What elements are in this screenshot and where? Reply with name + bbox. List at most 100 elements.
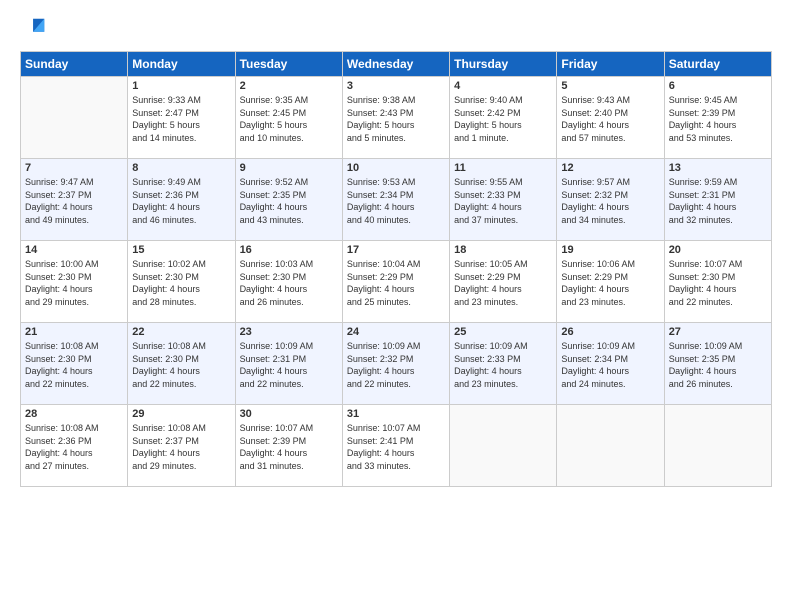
day-number: 3 <box>347 80 445 92</box>
calendar-cell: 8 Sunrise: 9:49 AMSunset: 2:36 PMDaylight… <box>128 159 235 241</box>
day-number: 27 <box>669 326 767 338</box>
day-info: Sunrise: 9:49 AMSunset: 2:36 PMDaylight:… <box>132 176 230 226</box>
day-number: 5 <box>561 80 659 92</box>
day-info: Sunrise: 9:38 AMSunset: 2:43 PMDaylight:… <box>347 94 445 144</box>
day-number: 30 <box>240 408 338 420</box>
calendar-cell: 14Sunrise: 10:00 AMSunset: 2:30 PMDaylig… <box>21 241 128 323</box>
calendar-cell <box>664 405 771 487</box>
calendar-cell: 2Sunrise: 9:35 AMSunset: 2:45 PMDaylight… <box>235 77 342 159</box>
calendar-cell: 4 Sunrise: 9:40 AMSunset: 2:42 PMDaylight… <box>450 77 557 159</box>
calendar-header-row: SundayMondayTuesdayWednesdayThursdayFrid… <box>21 52 772 77</box>
day-number: 1 <box>132 80 230 92</box>
calendar-cell: 23 Sunrise: 10:09 AMSunset: 2:31 PMDaylig… <box>235 323 342 405</box>
logo-icon <box>20 15 48 43</box>
day-info: Sunrise: 9:47 AMSunset: 2:37 PMDaylight:… <box>25 176 123 226</box>
calendar-cell: 9Sunrise: 9:52 AMSunset: 2:35 PMDaylight… <box>235 159 342 241</box>
day-number: 10 <box>347 162 445 174</box>
day-info: Sunrise: 10:08 AMSunset: 2:30 PMDaylight… <box>132 340 230 390</box>
calendar-cell: 17 Sunrise: 10:04 AMSunset: 2:29 PMDaylig… <box>342 241 449 323</box>
day-header-tuesday: Tuesday <box>235 52 342 77</box>
day-info: Sunrise: 10:07 AMSunset: 2:41 PMDaylight… <box>347 422 445 472</box>
day-number: 15 <box>132 244 230 256</box>
day-header-monday: Monday <box>128 52 235 77</box>
day-info: Sunrise: 10:07 AMSunset: 2:39 PMDaylight… <box>240 422 338 472</box>
calendar-cell: 6Sunrise: 9:45 AMSunset: 2:39 PMDaylight… <box>664 77 771 159</box>
day-info: Sunrise: 10:02 AMSunset: 2:30 PMDaylight… <box>132 258 230 308</box>
calendar-cell: 18 Sunrise: 10:05 AMSunset: 2:29 PMDaylig… <box>450 241 557 323</box>
calendar-cell <box>557 405 664 487</box>
calendar-cell: 31 Sunrise: 10:07 AMSunset: 2:41 PMDaylig… <box>342 405 449 487</box>
day-number: 16 <box>240 244 338 256</box>
calendar-cell: 7 Sunrise: 9:47 AMSunset: 2:37 PMDaylight… <box>21 159 128 241</box>
day-info: Sunrise: 10:00 AMSunset: 2:30 PMDaylight… <box>25 258 123 308</box>
day-number: 17 <box>347 244 445 256</box>
day-header-wednesday: Wednesday <box>342 52 449 77</box>
logo <box>20 15 52 43</box>
day-number: 13 <box>669 162 767 174</box>
day-number: 8 <box>132 162 230 174</box>
day-info: Sunrise: 9:40 AMSunset: 2:42 PMDaylight:… <box>454 94 552 144</box>
day-header-saturday: Saturday <box>664 52 771 77</box>
day-info: Sunrise: 9:33 AMSunset: 2:47 PMDaylight:… <box>132 94 230 144</box>
calendar-table: SundayMondayTuesdayWednesdayThursdayFrid… <box>20 51 772 487</box>
calendar-cell: 22Sunrise: 10:08 AMSunset: 2:30 PMDaylig… <box>128 323 235 405</box>
calendar-cell: 19 Sunrise: 10:06 AMSunset: 2:29 PMDaylig… <box>557 241 664 323</box>
day-number: 12 <box>561 162 659 174</box>
day-number: 4 <box>454 80 552 92</box>
calendar-cell: 15 Sunrise: 10:02 AMSunset: 2:30 PMDaylig… <box>128 241 235 323</box>
calendar-week-2: 7 Sunrise: 9:47 AMSunset: 2:37 PMDaylight… <box>21 159 772 241</box>
day-number: 23 <box>240 326 338 338</box>
calendar-cell: 12Sunrise: 9:57 AMSunset: 2:32 PMDayligh… <box>557 159 664 241</box>
day-number: 19 <box>561 244 659 256</box>
day-number: 6 <box>669 80 767 92</box>
calendar-week-4: 21 Sunrise: 10:08 AMSunset: 2:30 PMDaylig… <box>21 323 772 405</box>
day-info: Sunrise: 10:03 AMSunset: 2:30 PMDaylight… <box>240 258 338 308</box>
calendar-week-1: 1 Sunrise: 9:33 AMSunset: 2:47 PMDaylight… <box>21 77 772 159</box>
calendar-cell: 16 Sunrise: 10:03 AMSunset: 2:30 PMDaylig… <box>235 241 342 323</box>
day-info: Sunrise: 10:07 AMSunset: 2:30 PMDaylight… <box>669 258 767 308</box>
day-number: 7 <box>25 162 123 174</box>
calendar-cell: 29 Sunrise: 10:08 AMSunset: 2:37 PMDaylig… <box>128 405 235 487</box>
day-header-friday: Friday <box>557 52 664 77</box>
day-info: Sunrise: 10:06 AMSunset: 2:29 PMDaylight… <box>561 258 659 308</box>
day-info: Sunrise: 10:08 AMSunset: 2:30 PMDaylight… <box>25 340 123 390</box>
day-number: 28 <box>25 408 123 420</box>
calendar-cell <box>21 77 128 159</box>
day-info: Sunrise: 10:04 AMSunset: 2:29 PMDaylight… <box>347 258 445 308</box>
calendar-cell: 13 Sunrise: 9:59 AMSunset: 2:31 PMDayligh… <box>664 159 771 241</box>
day-number: 24 <box>347 326 445 338</box>
day-info: Sunrise: 10:09 AMSunset: 2:34 PMDaylight… <box>561 340 659 390</box>
calendar-week-3: 14Sunrise: 10:00 AMSunset: 2:30 PMDaylig… <box>21 241 772 323</box>
calendar-cell: 28 Sunrise: 10:08 AMSunset: 2:36 PMDaylig… <box>21 405 128 487</box>
calendar-cell <box>450 405 557 487</box>
header <box>20 15 772 43</box>
calendar-cell: 21 Sunrise: 10:08 AMSunset: 2:30 PMDaylig… <box>21 323 128 405</box>
day-number: 2 <box>240 80 338 92</box>
day-number: 26 <box>561 326 659 338</box>
day-number: 11 <box>454 162 552 174</box>
day-number: 25 <box>454 326 552 338</box>
calendar-cell: 26 Sunrise: 10:09 AMSunset: 2:34 PMDaylig… <box>557 323 664 405</box>
calendar-cell: 24Sunrise: 10:09 AMSunset: 2:32 PMDaylig… <box>342 323 449 405</box>
day-info: Sunrise: 10:09 AMSunset: 2:33 PMDaylight… <box>454 340 552 390</box>
day-number: 21 <box>25 326 123 338</box>
calendar-cell: 3 Sunrise: 9:38 AMSunset: 2:43 PMDaylight… <box>342 77 449 159</box>
calendar-cell: 10Sunrise: 9:53 AMSunset: 2:34 PMDayligh… <box>342 159 449 241</box>
calendar-cell: 5 Sunrise: 9:43 AMSunset: 2:40 PMDaylight… <box>557 77 664 159</box>
day-info: Sunrise: 9:59 AMSunset: 2:31 PMDaylight:… <box>669 176 767 226</box>
calendar-cell: 11 Sunrise: 9:55 AMSunset: 2:33 PMDayligh… <box>450 159 557 241</box>
day-header-sunday: Sunday <box>21 52 128 77</box>
day-number: 31 <box>347 408 445 420</box>
day-number: 18 <box>454 244 552 256</box>
day-number: 29 <box>132 408 230 420</box>
day-info: Sunrise: 9:43 AMSunset: 2:40 PMDaylight:… <box>561 94 659 144</box>
day-info: Sunrise: 10:09 AMSunset: 2:31 PMDaylight… <box>240 340 338 390</box>
calendar-cell: 20Sunrise: 10:07 AMSunset: 2:30 PMDaylig… <box>664 241 771 323</box>
calendar-week-5: 28 Sunrise: 10:08 AMSunset: 2:36 PMDaylig… <box>21 405 772 487</box>
day-info: Sunrise: 9:55 AMSunset: 2:33 PMDaylight:… <box>454 176 552 226</box>
page: SundayMondayTuesdayWednesdayThursdayFrid… <box>0 0 792 612</box>
day-info: Sunrise: 10:05 AMSunset: 2:29 PMDaylight… <box>454 258 552 308</box>
day-header-thursday: Thursday <box>450 52 557 77</box>
day-info: Sunrise: 10:08 AMSunset: 2:37 PMDaylight… <box>132 422 230 472</box>
day-info: Sunrise: 10:08 AMSunset: 2:36 PMDaylight… <box>25 422 123 472</box>
